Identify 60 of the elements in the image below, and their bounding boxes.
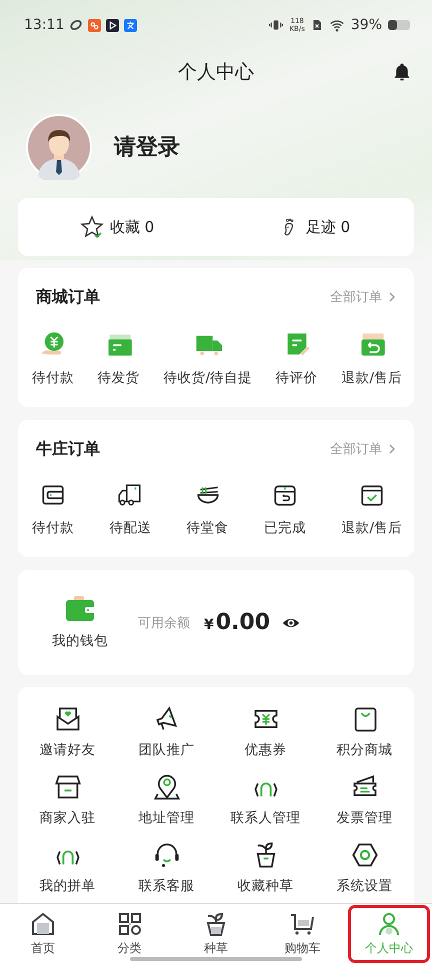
order-status-item[interactable]: 待付款: [30, 478, 76, 541]
headset-icon: [152, 841, 180, 869]
order-status-item[interactable]: 已完成: [262, 478, 308, 541]
menu-item[interactable]: 地址管理: [117, 773, 216, 827]
vibrate-icon: [269, 18, 284, 32]
wallet-button[interactable]: 我的钱包: [52, 595, 108, 650]
location-pin-icon: [152, 773, 180, 801]
order-status-item[interactable]: 待堂食: [184, 478, 231, 541]
person-icon: [376, 912, 401, 936]
tab[interactable]: 分类: [88, 905, 171, 963]
menu-item[interactable]: 优惠券: [216, 705, 315, 759]
menu-item[interactable]: 系统设置: [315, 841, 414, 895]
cart-icon: [290, 912, 314, 936]
order-status-item[interactable]: 待发货: [96, 326, 142, 391]
menu-item[interactable]: 联系人管理: [216, 773, 315, 827]
order-status-item[interactable]: 退款/售后: [339, 478, 404, 541]
tab[interactable]: 购物车: [261, 905, 344, 963]
order-status-item[interactable]: 待评价: [274, 326, 320, 391]
order-status-item[interactable]: 待付款: [30, 326, 76, 391]
storefront-icon: [54, 773, 82, 801]
bell-icon[interactable]: [392, 61, 412, 83]
wifi-icon: [328, 18, 345, 32]
wallet-icon: [65, 595, 95, 622]
login-prompt[interactable]: 请登录: [114, 132, 180, 162]
menu-item[interactable]: 团队推广: [117, 705, 216, 759]
menu-item[interactable]: 发票管理: [315, 773, 414, 827]
menu-item[interactable]: 积分商城: [315, 705, 414, 759]
tab[interactable]: 首页: [2, 905, 84, 963]
balance-amount: 0.00: [216, 610, 270, 635]
tab[interactable]: 种草: [174, 905, 258, 963]
menu-item[interactable]: 收藏种草: [216, 841, 315, 895]
play-icon: [106, 18, 120, 32]
app-icon: [88, 18, 102, 32]
chevron-icon: [388, 291, 396, 303]
truck-icon: [117, 482, 144, 508]
app-icon: [124, 18, 138, 32]
section-title: 牛庄订单: [36, 438, 100, 460]
menu-item[interactable]: 联系客服: [117, 841, 216, 895]
currency-sign: ¥: [204, 617, 214, 633]
balance-label: 可用余额: [138, 614, 190, 632]
stat-link[interactable]: 足迹 0: [216, 198, 414, 256]
star-icon: [80, 215, 104, 239]
grid-icon: [118, 912, 142, 936]
menu-item[interactable]: 商家入驻: [18, 773, 117, 827]
envelope-heart-icon: [54, 705, 82, 733]
order-status-item[interactable]: 待配送: [107, 478, 154, 541]
battery-icon: [388, 19, 410, 31]
home-icon: [31, 912, 56, 936]
chevron-icon: [388, 443, 396, 455]
battery-level: 39%: [350, 17, 382, 33]
menu-item[interactable]: 邀请好友: [18, 705, 117, 759]
avatar-icon[interactable]: [26, 114, 92, 180]
order-status-item[interactable]: 退款/售后: [339, 326, 404, 391]
section-title: 商城订单: [36, 286, 100, 308]
page-title: 个人中心: [178, 60, 254, 85]
menu-item[interactable]: 我的拼单: [18, 841, 117, 895]
status-time: 13:11: [24, 17, 64, 33]
stat-link[interactable]: 收藏 0: [18, 198, 216, 256]
hexagon-settings-icon: [350, 841, 378, 869]
order-status-item[interactable]: 待收货/待自提: [161, 326, 254, 391]
